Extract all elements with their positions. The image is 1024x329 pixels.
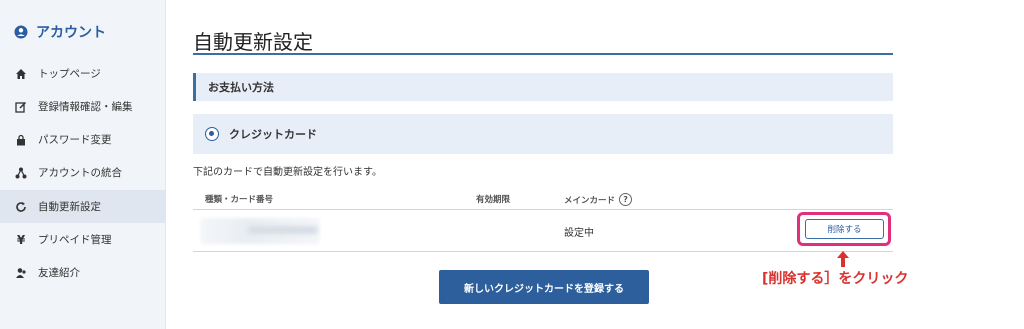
payment-method-label: お支払い方法 [208, 81, 274, 94]
refresh-icon [14, 200, 28, 214]
lock-icon [14, 133, 28, 147]
sidebar-item-password[interactable]: パスワード変更 [0, 123, 165, 156]
sidebar-item-label: アカウントの統合 [38, 167, 122, 179]
table-row-divider [193, 251, 893, 252]
credit-card-option[interactable]: クレジットカード [193, 114, 893, 154]
sidebar-item-prepaid[interactable]: ¥ プリペイド管理 [0, 223, 165, 256]
masked-card-text [248, 226, 318, 234]
auto-renewal-note: 下記のカードで自動更新設定を行います。 [193, 167, 382, 178]
sidebar-item-label: パスワード変更 [38, 134, 112, 146]
sidebar-item-account-merge[interactable]: アカウントの統合 [0, 156, 165, 189]
help-icon[interactable]: ? [619, 193, 633, 206]
sidebar: アカウント トップページ 登録情報確認・編集 パスワード変更 アカウントの統合 … [0, 0, 166, 329]
sidebar-item-label: 友達紹介 [38, 267, 80, 279]
payment-method-section: お支払い方法 [193, 73, 893, 101]
sidebar-item-profile-edit[interactable]: 登録情報確認・編集 [0, 90, 165, 123]
sidebar-item-label: 自動更新設定 [38, 201, 101, 213]
sidebar-item-auto-renewal[interactable]: 自動更新設定 [0, 190, 165, 223]
column-header-expiry: 有効期限 [476, 195, 511, 205]
sidebar-item-label: トップページ [38, 68, 101, 80]
sidebar-item-label: プリペイド管理 [38, 234, 112, 246]
sidebar-header-label: アカウント [36, 25, 106, 41]
home-icon [14, 67, 28, 81]
column-header-main-card: メインカード ? [564, 193, 633, 206]
share-nodes-icon [14, 166, 28, 180]
register-new-card-button[interactable]: 新しいクレジットカードを登録する [439, 270, 649, 304]
yen-icon: ¥ [16, 232, 26, 247]
sidebar-header: アカウント [14, 22, 106, 42]
page-title: 自動更新設定 [193, 30, 313, 54]
main-card-status: 設定中 [564, 228, 594, 239]
main-card-header-label: メインカード [564, 195, 616, 206]
title-divider [193, 53, 893, 55]
user-icon [14, 25, 28, 39]
friends-icon [14, 266, 28, 280]
credit-card-label: クレジットカード [229, 128, 317, 141]
sidebar-item-top-page[interactable]: トップページ [0, 57, 165, 90]
delete-card-button[interactable]: 削除する [805, 219, 884, 239]
table-header-divider [193, 209, 893, 210]
column-header-card: 種類・カード番号 [205, 195, 274, 205]
click-instruction-callout: [削除する］をクリック [762, 271, 909, 287]
edit-icon [14, 100, 28, 114]
credit-card-radio[interactable] [205, 127, 219, 141]
sidebar-item-friend-referral[interactable]: 友達紹介 [0, 256, 165, 289]
sidebar-item-label: 登録情報確認・編集 [38, 101, 133, 113]
